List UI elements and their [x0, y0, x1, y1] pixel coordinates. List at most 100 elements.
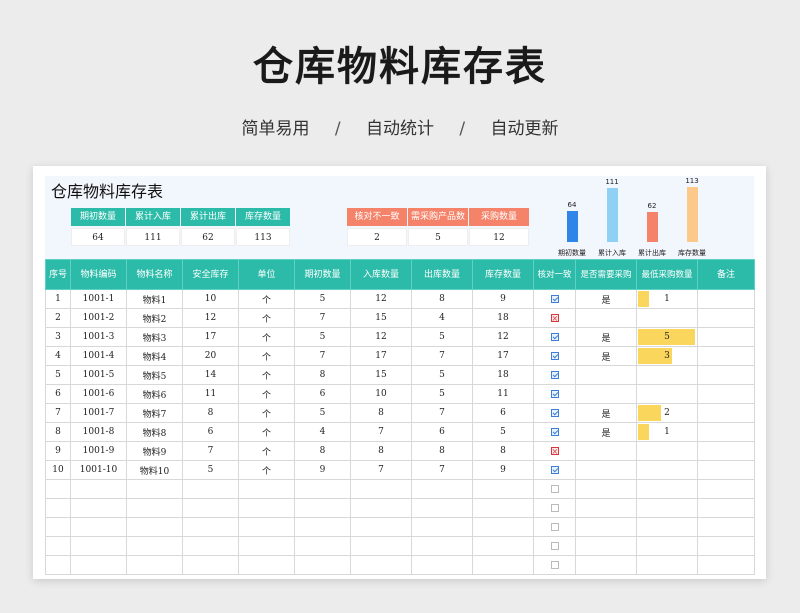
cell-no[interactable]: 2 — [45, 308, 71, 328]
cell-in[interactable]: 7 — [350, 460, 412, 480]
cell-note[interactable] — [697, 308, 755, 328]
cell-safe[interactable]: 6 — [182, 422, 239, 442]
checkbox-empty-icon[interactable] — [550, 560, 559, 569]
cell-stock[interactable]: 18 — [472, 365, 534, 385]
check-ok-icon[interactable] — [550, 370, 559, 379]
check-ok-icon[interactable] — [550, 465, 559, 474]
cell-safe[interactable]: 14 — [182, 365, 239, 385]
empty-cell[interactable] — [238, 555, 295, 575]
empty-cell[interactable] — [126, 536, 183, 556]
cell-safe[interactable]: 8 — [182, 403, 239, 423]
empty-cell[interactable] — [294, 517, 351, 537]
empty-cell[interactable] — [472, 517, 534, 537]
checkbox-empty-icon[interactable] — [550, 522, 559, 531]
check-ok-icon[interactable] — [550, 427, 559, 436]
check-mismatch-icon[interactable] — [550, 446, 559, 455]
cell-need[interactable]: 是 — [575, 422, 637, 442]
cell-unit[interactable]: 个 — [238, 327, 295, 347]
empty-cell[interactable] — [45, 479, 71, 499]
cell-init[interactable]: 4 — [294, 422, 351, 442]
empty-cell[interactable] — [45, 517, 71, 537]
cell-safe[interactable]: 11 — [182, 384, 239, 404]
cell-init[interactable]: 7 — [294, 308, 351, 328]
empty-cell[interactable] — [472, 536, 534, 556]
cell-init[interactable]: 9 — [294, 460, 351, 480]
check-mismatch-icon[interactable] — [550, 313, 559, 322]
cell-init[interactable]: 8 — [294, 365, 351, 385]
cell-out[interactable]: 7 — [411, 460, 473, 480]
cell-check[interactable] — [533, 403, 576, 423]
empty-cell[interactable] — [411, 555, 473, 575]
cell-init[interactable]: 5 — [294, 403, 351, 423]
empty-cell[interactable] — [636, 517, 698, 537]
empty-cell[interactable] — [411, 498, 473, 518]
cell-no[interactable]: 4 — [45, 346, 71, 366]
cell-min[interactable] — [636, 460, 698, 480]
cell-note[interactable] — [697, 327, 755, 347]
cell-no[interactable]: 6 — [45, 384, 71, 404]
cell-stock[interactable]: 11 — [472, 384, 534, 404]
cell-unit[interactable]: 个 — [238, 460, 295, 480]
cell-init[interactable]: 8 — [294, 441, 351, 461]
cell-unit[interactable]: 个 — [238, 365, 295, 385]
cell-in[interactable]: 8 — [350, 441, 412, 461]
cell-check[interactable] — [533, 308, 576, 328]
empty-cell[interactable] — [70, 536, 127, 556]
cell-out[interactable]: 4 — [411, 308, 473, 328]
empty-cell[interactable] — [350, 555, 412, 575]
empty-cell[interactable] — [533, 517, 576, 537]
cell-stock[interactable]: 17 — [472, 346, 534, 366]
empty-cell[interactable] — [350, 479, 412, 499]
empty-cell[interactable] — [636, 536, 698, 556]
cell-no[interactable]: 5 — [45, 365, 71, 385]
cell-unit[interactable]: 个 — [238, 308, 295, 328]
cell-code[interactable]: 1001-10 — [70, 460, 127, 480]
check-ok-icon[interactable] — [550, 332, 559, 341]
empty-cell[interactable] — [238, 536, 295, 556]
cell-no[interactable]: 3 — [45, 327, 71, 347]
cell-stock[interactable]: 6 — [472, 403, 534, 423]
cell-init[interactable]: 6 — [294, 384, 351, 404]
cell-min[interactable] — [636, 308, 698, 328]
cell-stock[interactable]: 9 — [472, 460, 534, 480]
check-ok-icon[interactable] — [550, 294, 559, 303]
cell-need[interactable]: 是 — [575, 289, 637, 309]
cell-unit[interactable]: 个 — [238, 384, 295, 404]
empty-cell[interactable] — [182, 479, 239, 499]
empty-cell[interactable] — [126, 517, 183, 537]
cell-min[interactable] — [636, 365, 698, 385]
empty-cell[interactable] — [533, 479, 576, 499]
empty-cell[interactable] — [45, 555, 71, 575]
cell-note[interactable] — [697, 460, 755, 480]
cell-safe[interactable]: 17 — [182, 327, 239, 347]
cell-stock[interactable]: 8 — [472, 441, 534, 461]
empty-cell[interactable] — [70, 517, 127, 537]
empty-cell[interactable] — [636, 498, 698, 518]
empty-cell[interactable] — [126, 498, 183, 518]
cell-note[interactable] — [697, 346, 755, 366]
checkbox-empty-icon[interactable] — [550, 484, 559, 493]
empty-cell[interactable] — [182, 517, 239, 537]
cell-in[interactable]: 12 — [350, 289, 412, 309]
cell-note[interactable] — [697, 384, 755, 404]
cell-out[interactable]: 7 — [411, 346, 473, 366]
cell-name[interactable]: 物料3 — [126, 327, 183, 347]
cell-stock[interactable]: 9 — [472, 289, 534, 309]
empty-cell[interactable] — [126, 479, 183, 499]
cell-out[interactable]: 7 — [411, 403, 473, 423]
cell-min[interactable]: 2 — [636, 403, 698, 423]
cell-no[interactable]: 8 — [45, 422, 71, 442]
cell-check[interactable] — [533, 346, 576, 366]
cell-out[interactable]: 8 — [411, 289, 473, 309]
cell-in[interactable]: 15 — [350, 308, 412, 328]
cell-check[interactable] — [533, 327, 576, 347]
cell-need[interactable] — [575, 384, 637, 404]
checkbox-empty-icon[interactable] — [550, 541, 559, 550]
empty-cell[interactable] — [636, 555, 698, 575]
cell-unit[interactable]: 个 — [238, 422, 295, 442]
empty-cell[interactable] — [575, 479, 637, 499]
cell-no[interactable]: 9 — [45, 441, 71, 461]
empty-cell[interactable] — [472, 479, 534, 499]
cell-out[interactable]: 8 — [411, 441, 473, 461]
empty-cell[interactable] — [182, 536, 239, 556]
